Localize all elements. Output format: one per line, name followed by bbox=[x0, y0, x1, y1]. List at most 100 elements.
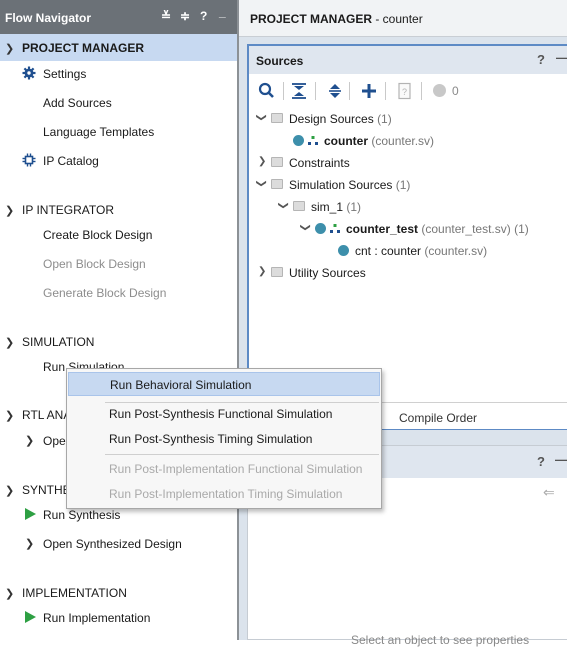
expand-collapse-icon[interactable]: ≑ bbox=[180, 9, 190, 23]
project-name: - counter bbox=[372, 12, 423, 26]
section-label: IMPLEMENTATION bbox=[22, 586, 127, 600]
svg-text:?: ? bbox=[402, 87, 407, 97]
tree-row-sim-1[interactable]: ❯ sim_1 (1) bbox=[249, 196, 567, 218]
tree-row-counter-test[interactable]: ❯ counter_test (counter_test.sv) (1) bbox=[249, 218, 567, 240]
chevron-right-icon[interactable]: ❯ bbox=[258, 266, 266, 277]
flow-navigator-header: Flow Navigator ≚ ≑ ? _ bbox=[0, 0, 237, 34]
folder-icon bbox=[271, 179, 283, 189]
tree-row-constraints[interactable]: ❯ Constraints bbox=[249, 152, 567, 174]
menu-item-label: Run Post-Implementation Timing Simulatio… bbox=[109, 487, 343, 501]
toolbar-separator bbox=[283, 82, 284, 100]
nav-item-label: Run Synthesis bbox=[43, 508, 121, 522]
run-play-icon bbox=[25, 508, 36, 520]
status-dot-icon bbox=[433, 84, 446, 97]
tree-file: (counter.sv) bbox=[371, 134, 435, 148]
nav-item-open-synthesized-design[interactable]: ❯ Open Synthesized Design bbox=[0, 531, 237, 557]
chevron-down-icon[interactable]: ❯ bbox=[5, 204, 14, 217]
tree-label: sim_1 (1) bbox=[311, 200, 361, 214]
nav-item-ip-catalog[interactable]: IP Catalog bbox=[0, 148, 237, 174]
nav-item-create-block-design[interactable]: Create Block Design bbox=[0, 222, 237, 248]
section-ip-integrator[interactable]: ❯ IP INTEGRATOR bbox=[0, 196, 237, 223]
help-icon[interactable]: ? bbox=[200, 9, 207, 23]
nav-item-label: Open Block Design bbox=[43, 257, 146, 271]
properties-hint: Select an object to see properties bbox=[351, 633, 530, 647]
menu-item-run-post-implementation-timing-simulation: Run Post-Implementation Timing Simulatio… bbox=[68, 482, 380, 506]
search-icon[interactable] bbox=[257, 81, 277, 101]
tree-label-text: cnt : counter bbox=[355, 244, 422, 258]
tree-count: (1) bbox=[514, 222, 529, 236]
tree-label: cnt : counter (counter.sv) bbox=[355, 244, 487, 258]
status-count: 0 bbox=[452, 84, 459, 98]
chevron-down-icon[interactable]: ❯ bbox=[5, 409, 14, 422]
tree-row-cnt[interactable]: cnt : counter (counter.sv) bbox=[249, 240, 567, 262]
add-icon[interactable] bbox=[359, 81, 379, 101]
menu-item-run-post-synthesis-timing-simulation[interactable]: Run Post-Synthesis Timing Simulation bbox=[68, 427, 380, 451]
folder-icon bbox=[271, 157, 283, 167]
sources-header: Sources ? — bbox=[249, 46, 567, 74]
tree-label-text: counter bbox=[324, 134, 369, 148]
collapse-all-icon[interactable] bbox=[289, 81, 309, 101]
menu-item-run-behavioral-simulation[interactable]: Run Behavioral Simulation bbox=[68, 372, 380, 396]
chevron-down-icon[interactable]: ❯ bbox=[5, 587, 14, 600]
chevron-right-icon[interactable]: ❯ bbox=[258, 156, 266, 167]
section-project-manager[interactable]: ❯ PROJECT MANAGER bbox=[0, 34, 237, 61]
menu-item-label: Run Post-Implementation Functional Simul… bbox=[109, 462, 363, 476]
chevron-down-icon[interactable]: ❯ bbox=[5, 484, 14, 497]
tree-label-text: sim_1 bbox=[311, 200, 344, 214]
chevron-down-icon[interactable]: ❯ bbox=[256, 113, 267, 121]
flow-navigator-title: Flow Navigator bbox=[5, 11, 92, 25]
properties-doc-icon[interactable]: ? bbox=[395, 81, 415, 101]
chevron-right-icon[interactable]: ❯ bbox=[25, 434, 34, 447]
tree-row-simulation-sources[interactable]: ❯ Simulation Sources (1) bbox=[249, 174, 567, 196]
menu-item-run-post-implementation-functional-simulation: Run Post-Implementation Functional Simul… bbox=[68, 457, 380, 481]
nav-item-label: IP Catalog bbox=[43, 154, 99, 168]
nav-item-add-sources[interactable]: Add Sources bbox=[0, 90, 237, 116]
minimize-icon[interactable]: — bbox=[555, 452, 567, 467]
nav-item-language-templates[interactable]: Language Templates bbox=[0, 119, 237, 145]
toolbar-separator bbox=[385, 82, 386, 100]
module-dot-icon bbox=[315, 223, 326, 234]
hierarchy-icon bbox=[330, 224, 340, 233]
nav-item-generate-block-design: Generate Block Design bbox=[0, 280, 237, 306]
menu-item-label: Run Post-Synthesis Timing Simulation bbox=[109, 432, 313, 446]
minimize-icon[interactable]: — bbox=[556, 50, 567, 65]
tree-count: (1) bbox=[377, 112, 392, 126]
section-implementation[interactable]: ❯ IMPLEMENTATION bbox=[0, 579, 237, 606]
nav-item-settings[interactable]: Settings bbox=[0, 61, 237, 87]
tree-label-text: Simulation Sources bbox=[289, 178, 393, 192]
tree-count: (1) bbox=[395, 178, 411, 192]
chevron-down-icon[interactable]: ❯ bbox=[5, 42, 14, 55]
section-simulation[interactable]: ❯ SIMULATION bbox=[0, 328, 237, 355]
tree-row-design-sources[interactable]: ❯ Design Sources (1) bbox=[249, 108, 567, 130]
ip-catalog-icon bbox=[22, 153, 36, 167]
menu-item-run-post-synthesis-functional-simulation[interactable]: Run Post-Synthesis Functional Simulation bbox=[68, 402, 380, 426]
tree-label: counter (counter.sv) bbox=[324, 134, 434, 148]
project-manager-title: PROJECT MANAGER - counter bbox=[250, 12, 423, 26]
folder-icon bbox=[271, 113, 283, 123]
nav-item-run-implementation[interactable]: Run Implementation bbox=[0, 605, 237, 631]
tree-row-utility-sources[interactable]: ❯ Utility Sources bbox=[249, 262, 567, 284]
flow-navigator: Flow Navigator ≚ ≑ ? _ ❯ PROJECT MANAGER… bbox=[0, 0, 237, 640]
nav-item-label: Run Implementation bbox=[43, 611, 151, 625]
minimize-icon[interactable]: _ bbox=[219, 5, 226, 19]
chevron-down-icon[interactable]: ❯ bbox=[5, 336, 14, 349]
gear-icon bbox=[22, 66, 36, 80]
help-icon[interactable]: ? bbox=[537, 454, 545, 469]
chevron-down-icon[interactable]: ❯ bbox=[256, 179, 267, 187]
chevron-down-icon[interactable]: ❯ bbox=[278, 201, 289, 209]
project-manager-panel: PROJECT MANAGER - counter Sources ? — bbox=[239, 0, 567, 647]
tab-compile-order[interactable]: Compile Order bbox=[399, 411, 477, 425]
nav-item-label: Open Synthesized Design bbox=[43, 537, 182, 551]
tree-label: counter_test (counter_test.sv) (1) bbox=[346, 222, 529, 236]
chevron-right-icon[interactable]: ❯ bbox=[25, 537, 34, 550]
help-icon[interactable]: ? bbox=[537, 52, 545, 67]
nav-item-label: Generate Block Design bbox=[43, 286, 167, 300]
module-dot-icon bbox=[293, 135, 304, 146]
section-label: PROJECT MANAGER bbox=[22, 41, 145, 55]
collapse-all-icon[interactable]: ≚ bbox=[161, 9, 171, 23]
tree-row-counter[interactable]: counter (counter.sv) bbox=[249, 130, 567, 152]
tree-label-text: Utility Sources bbox=[289, 266, 366, 280]
back-arrow-icon[interactable]: ⇐ bbox=[543, 484, 555, 501]
expand-all-icon[interactable] bbox=[325, 81, 345, 101]
chevron-down-icon[interactable]: ❯ bbox=[300, 223, 311, 231]
